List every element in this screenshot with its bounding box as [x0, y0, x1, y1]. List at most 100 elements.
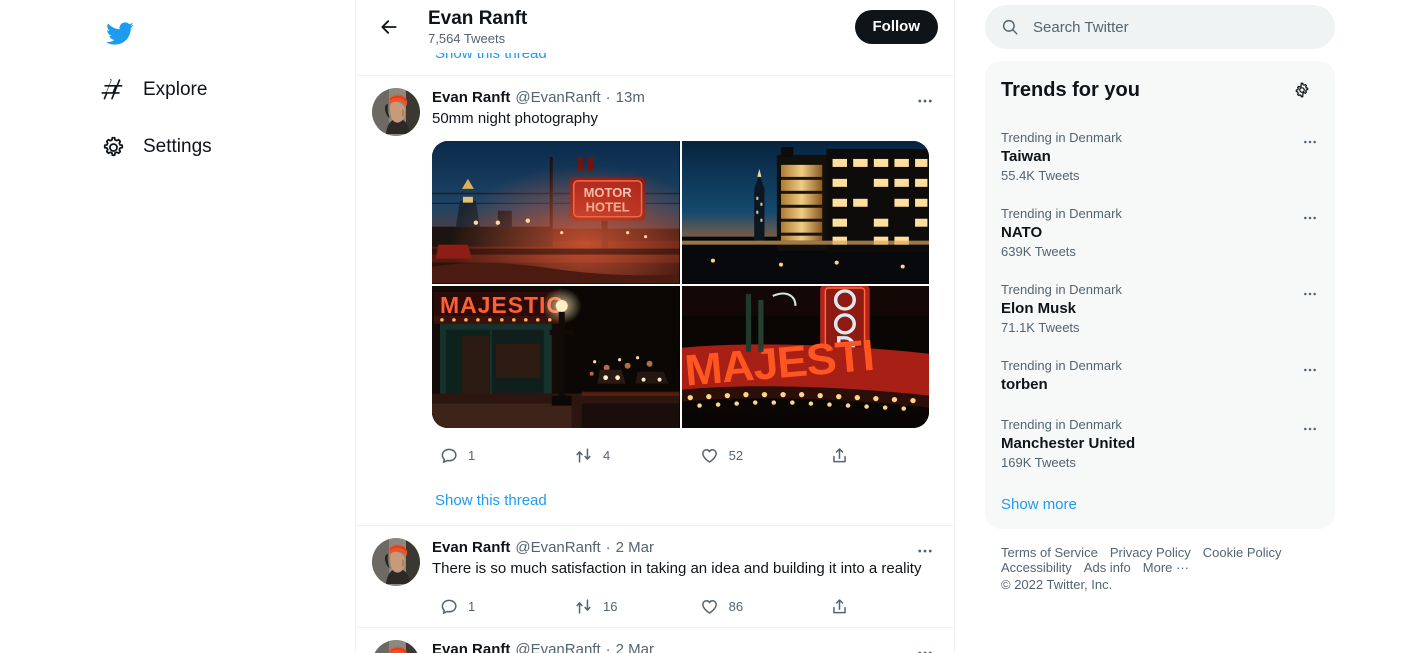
tweet-header: Evan Ranft @EvanRanft · 2 Mar: [432, 640, 938, 653]
like-count: 86: [728, 598, 744, 614]
trend-more-options[interactable]: [1293, 201, 1327, 235]
tweet-timestamp[interactable]: 13m: [616, 88, 645, 108]
tweet-timestamp[interactable]: 2 Mar: [616, 538, 654, 558]
trend-name: Elon Musk: [1001, 300, 1077, 317]
footer-link-privacy[interactable]: Privacy Policy: [1110, 545, 1191, 560]
retweet-button[interactable]: 4: [567, 438, 693, 472]
retweet-count: 4: [602, 447, 611, 463]
tweet-feed: Show this thread Evan Ranft @EvanRanft ·…: [356, 0, 954, 653]
tweet-separator: ·: [605, 89, 611, 106]
sidebar-item-explore[interactable]: Explore: [100, 65, 223, 115]
tweet-author-name[interactable]: Evan Ranft: [432, 88, 510, 108]
sidebar-item-label-explore: Explore: [143, 79, 208, 100]
trend-more-options[interactable]: [1293, 353, 1327, 387]
heart-icon: [693, 589, 727, 623]
trends-header: Trends for you: [985, 61, 1335, 119]
trends-title: Trends for you: [1001, 78, 1140, 101]
avatar[interactable]: [372, 88, 420, 136]
left-sidebar: Explore Settings: [0, 0, 355, 653]
tweet-author-name[interactable]: Evan Ranft: [432, 640, 510, 653]
trend-name: torben: [1001, 376, 1048, 393]
search-bar[interactable]: [985, 5, 1335, 49]
trends-panel: Trends for you Trending in Denmark Taiwa…: [985, 61, 1335, 529]
retweet-icon: [567, 438, 601, 472]
share-button[interactable]: [823, 589, 857, 623]
share-button[interactable]: [823, 438, 857, 472]
tweet-author-name[interactable]: Evan Ranft: [432, 538, 510, 558]
tweet-body: Evan Ranft @EvanRanft · 2 Mar: [432, 640, 938, 653]
trend-item[interactable]: Trending in Denmark torben: [985, 347, 1335, 406]
show-this-thread-link[interactable]: Show this thread: [356, 476, 954, 525]
sidebar-item-settings[interactable]: Settings: [100, 122, 228, 172]
tweet-action-bar: 1 16 86: [432, 589, 857, 623]
footer-row-1: Terms of Service Privacy Policy Cookie P…: [1001, 545, 1319, 560]
page-title: Evan Ranft: [428, 7, 528, 29]
footer-links: Terms of Service Privacy Policy Cookie P…: [985, 529, 1335, 592]
trend-count: 169K Tweets: [1001, 455, 1076, 470]
header-titles: Evan Ranft 7,564 Tweets: [428, 7, 855, 47]
trend-count: 71.1K Tweets: [1001, 320, 1080, 335]
trend-count: 639K Tweets: [1001, 244, 1076, 259]
tweet-timestamp[interactable]: 2 Mar: [616, 640, 654, 653]
tweet-author-handle[interactable]: @EvanRanft: [515, 538, 600, 558]
footer-link-more[interactable]: More ···: [1143, 560, 1189, 575]
trend-more-options[interactable]: [1293, 125, 1327, 159]
trend-name: Taiwan: [1001, 148, 1051, 165]
trend-context: Trending in Denmark: [1001, 206, 1122, 221]
trend-item[interactable]: Trending in Denmark Elon Musk 71.1K Twee…: [985, 271, 1335, 347]
reply-button[interactable]: 1: [432, 438, 567, 472]
trend-item[interactable]: Trending in Denmark Taiwan 55.4K Tweets: [985, 119, 1335, 195]
tweet-separator: ·: [605, 641, 611, 653]
trend-count: 55.4K Tweets: [1001, 168, 1080, 183]
footer-link-cookie[interactable]: Cookie Policy: [1203, 545, 1282, 560]
retweet-button[interactable]: 16: [567, 589, 693, 623]
tweet-body: Evan Ranft @EvanRanft · 13m 50mm night p…: [432, 88, 938, 476]
right-sidebar: Trends for you Trending in Denmark Taiwa…: [955, 0, 1426, 653]
main-timeline-column: Show this thread Evan Ranft @EvanRanft ·…: [355, 0, 955, 653]
trend-context: Trending in Denmark: [1001, 358, 1122, 373]
heart-icon: [693, 438, 727, 472]
photo-majestic-street[interactable]: MAJESTIC: [432, 285, 680, 428]
search-icon: [1001, 18, 1019, 36]
twitter-bird-logo[interactable]: [94, 8, 144, 58]
search-input[interactable]: [1033, 18, 1319, 36]
trend-item[interactable]: Trending in Denmark NATO 639K Tweets: [985, 195, 1335, 271]
footer-link-accessibility[interactable]: Accessibility: [1001, 560, 1072, 575]
twitter-app: Explore Settings Show this thread Evan R…: [0, 0, 1426, 653]
tweet-photo-grid[interactable]: MOTOR HOTEL: [432, 141, 929, 428]
tweet-header: Evan Ranft @EvanRanft · 13m: [432, 88, 938, 108]
share-icon: [823, 589, 857, 623]
thread-link-block: Show this thread: [356, 476, 954, 526]
tweet-count-label: 7,564 Tweets: [428, 30, 506, 46]
back-button[interactable]: [372, 10, 406, 44]
trend-context: Trending in Denmark: [1001, 130, 1122, 145]
sidebar-item-label-settings: Settings: [143, 136, 212, 157]
photo-motor-hotel[interactable]: MOTOR HOTEL: [432, 141, 680, 284]
footer-link-ads-info[interactable]: Ads info: [1084, 560, 1131, 575]
show-more-trends-link[interactable]: Show more: [985, 482, 1335, 529]
tweet-author-handle[interactable]: @EvanRanft: [515, 88, 600, 108]
tweet-separator: ·: [605, 539, 611, 556]
trend-more-options[interactable]: [1293, 277, 1327, 311]
like-button[interactable]: 86: [693, 589, 823, 623]
photo-majestic-neon-closeup[interactable]: MAJESTI: [681, 285, 929, 428]
reply-button[interactable]: 1: [432, 589, 567, 623]
avatar[interactable]: [372, 640, 420, 653]
trends-settings-gear-icon[interactable]: [1285, 73, 1319, 107]
trend-more-options[interactable]: [1293, 412, 1327, 446]
reply-count: 1: [468, 447, 476, 463]
tweet-item: Evan Ranft @EvanRanft · 13m 50mm night p…: [356, 76, 954, 476]
avatar[interactable]: [372, 538, 420, 586]
photo-city-skyline[interactable]: [681, 141, 929, 284]
reply-icon: [432, 438, 466, 472]
follow-button[interactable]: Follow: [854, 9, 938, 44]
footer-link-terms[interactable]: Terms of Service: [1001, 545, 1098, 560]
tweet-text: 50mm night photography: [432, 110, 598, 127]
tweet-more-options[interactable]: [910, 86, 940, 116]
hashtag-icon: [100, 77, 126, 103]
tweet-author-handle[interactable]: @EvanRanft: [515, 640, 600, 653]
copyright-text: © 2022 Twitter, Inc.: [1001, 577, 1113, 592]
like-button[interactable]: 52: [693, 438, 823, 472]
tweet-more-options[interactable]: [910, 536, 940, 566]
trend-item[interactable]: Trending in Denmark Manchester United 16…: [985, 406, 1335, 482]
